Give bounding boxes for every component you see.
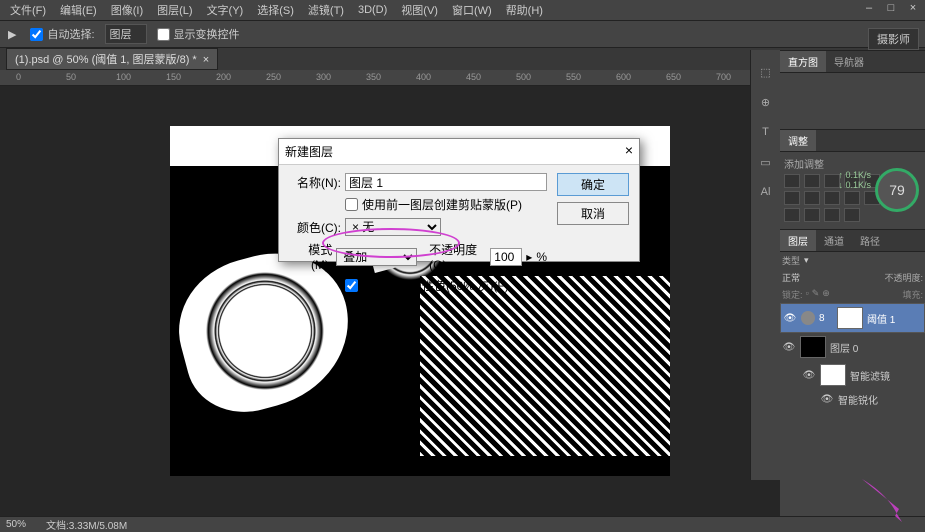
- color-select[interactable]: × 无: [345, 218, 441, 236]
- layer-name: 智能滤镜: [850, 368, 890, 383]
- menu-3d[interactable]: 3D(D): [352, 2, 393, 18]
- adj-icon[interactable]: [804, 191, 820, 205]
- auto-select-label: 自动选择:: [47, 26, 94, 42]
- layer-name: 智能锐化: [838, 392, 878, 407]
- new-layer-dialog: 新建图层× 名称(N): 使用前一图层创建剪贴蒙版(P) 颜色(C):× 无 模…: [278, 138, 640, 262]
- tool-icon[interactable]: ⬚: [755, 60, 776, 84]
- auto-select-check[interactable]: [30, 28, 43, 41]
- menu-layer[interactable]: 图层(L): [151, 0, 198, 20]
- menu-filter[interactable]: 滤镜(T): [302, 0, 350, 20]
- menu-file[interactable]: 文件(F): [4, 0, 52, 20]
- layer-row[interactable]: 👁8阈值 1: [780, 303, 925, 333]
- tab-navigator[interactable]: 导航器: [826, 51, 872, 72]
- tool-icon[interactable]: ▭: [755, 150, 776, 174]
- blend-mode-dropdown[interactable]: 正常: [782, 271, 800, 284]
- adj-icon[interactable]: [844, 191, 860, 205]
- menu-window[interactable]: 窗口(W): [446, 0, 498, 20]
- opacity-unit: %: [536, 250, 547, 264]
- menu-image[interactable]: 图像(I): [105, 0, 149, 20]
- dialog-close-icon[interactable]: ×: [625, 142, 633, 158]
- document-tab[interactable]: (1).psd @ 50% (阈值 1, 图层蒙版/8) *×: [6, 48, 218, 70]
- adj-icon[interactable]: [784, 191, 800, 205]
- zoom-level[interactable]: 50%: [6, 519, 26, 530]
- layer-name: 图层 0: [830, 340, 858, 355]
- ruler-horizontal: 0501001502002503003504004505005506006507…: [0, 70, 770, 86]
- adj-icon[interactable]: [824, 208, 840, 222]
- eye-icon[interactable]: 👁: [820, 394, 834, 405]
- window-max-icon[interactable]: □: [883, 2, 899, 16]
- panels-column: 直方图 导航器 ↑ 0.1K/s↓ 0.1K/s 79 调整 添加调整 图层 通…: [780, 50, 925, 532]
- fill-neutral-check[interactable]: [345, 279, 358, 292]
- speed-widget: 79: [875, 168, 919, 212]
- opacity-label: 不透明度(O):: [429, 241, 486, 272]
- tool-icon[interactable]: T: [755, 120, 776, 144]
- adj-icon[interactable]: [804, 208, 820, 222]
- menu-view[interactable]: 视图(V): [395, 0, 444, 20]
- menu-help[interactable]: 帮助(H): [500, 0, 549, 20]
- adj-icon[interactable]: [784, 208, 800, 222]
- name-input[interactable]: [345, 173, 547, 191]
- tab-channels[interactable]: 通道: [816, 230, 852, 251]
- options-bar: ▶ 自动选择: 图层 显示变换控件 3D 模式: 摄影师: [0, 20, 925, 48]
- layer-name: 阈值 1: [867, 311, 895, 326]
- camera-preset-button[interactable]: 摄影师: [868, 28, 919, 50]
- tool-icon[interactable]: ⊕: [755, 90, 776, 114]
- adj-icon[interactable]: [844, 208, 860, 222]
- layer-kind-label: 类型: [782, 254, 800, 267]
- eye-icon[interactable]: 👁: [782, 342, 796, 353]
- fill-neutral-label: 填充叠加中性色(50% 灰)(F): [362, 277, 509, 294]
- tab-histogram[interactable]: 直方图: [780, 51, 826, 72]
- close-tab-icon[interactable]: ×: [203, 54, 209, 66]
- ok-button[interactable]: 确定: [557, 173, 629, 196]
- layer-row[interactable]: 👁 智能滤镜: [780, 361, 925, 389]
- adj-icon[interactable]: [804, 174, 820, 188]
- menu-select[interactable]: 选择(S): [251, 0, 300, 20]
- show-transform-label: 显示变换控件: [174, 26, 240, 42]
- vertical-toolbar: ⬚ ⊕ T ▭ Al: [750, 50, 780, 480]
- layer-row[interactable]: 👁 图层 0: [780, 333, 925, 361]
- tab-layers[interactable]: 图层: [780, 230, 816, 251]
- menubar: 文件(F) 编辑(E) 图像(I) 图层(L) 文字(Y) 选择(S) 滤镜(T…: [0, 0, 925, 20]
- window-close-icon[interactable]: ×: [905, 2, 921, 16]
- name-label: 名称(N):: [289, 174, 341, 191]
- mode-select[interactable]: 叠加: [336, 248, 417, 266]
- menu-edit[interactable]: 编辑(E): [54, 0, 103, 20]
- tab-paths[interactable]: 路径: [852, 230, 888, 251]
- auto-select-dropdown[interactable]: 图层: [105, 24, 147, 44]
- color-label: 颜色(C):: [289, 219, 341, 236]
- speed-up-label: ↑ 0.1K/s↓ 0.1K/s: [838, 170, 871, 190]
- cancel-button[interactable]: 取消: [557, 202, 629, 225]
- status-bar: 50% 文档:3.33M/5.08M: [0, 516, 925, 532]
- opacity-label: 不透明度:: [884, 271, 923, 284]
- tool-icon[interactable]: Al: [755, 180, 776, 204]
- window-min-icon[interactable]: –: [861, 2, 877, 16]
- dialog-title: 新建图层×: [279, 139, 639, 165]
- opacity-input[interactable]: [490, 248, 522, 266]
- eye-icon[interactable]: 👁: [783, 313, 797, 324]
- fill-label: 填充:: [902, 288, 923, 301]
- doc-size: 文档:3.33M/5.08M: [46, 517, 127, 532]
- eye-icon[interactable]: 👁: [802, 370, 816, 381]
- mode-label: 模式(M):: [289, 241, 332, 272]
- adj-icon[interactable]: [784, 174, 800, 188]
- lock-label: 锁定:: [782, 288, 803, 301]
- tab-adjustments[interactable]: 调整: [780, 130, 816, 151]
- layer-row[interactable]: 👁 智能锐化: [780, 389, 925, 410]
- clip-mask-check[interactable]: [345, 198, 358, 211]
- menu-type[interactable]: 文字(Y): [201, 0, 250, 20]
- show-transform-check[interactable]: [157, 28, 170, 41]
- clip-mask-label: 使用前一图层创建剪贴蒙版(P): [362, 196, 522, 213]
- adj-icon[interactable]: [824, 191, 840, 205]
